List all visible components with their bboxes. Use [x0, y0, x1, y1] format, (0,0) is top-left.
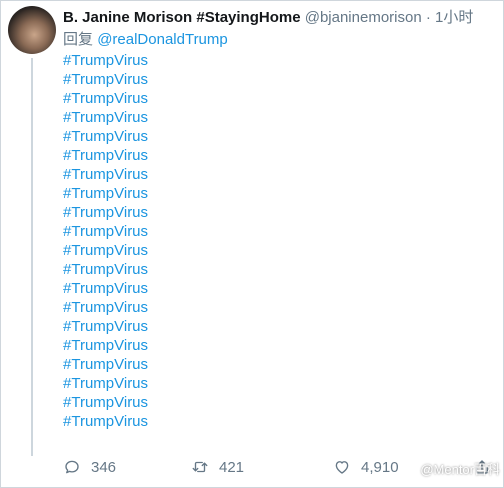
- hashtag-link[interactable]: #TrumpVirus: [63, 336, 148, 355]
- hashtag-link[interactable]: #TrumpVirus: [63, 146, 148, 165]
- hashtag-link[interactable]: #TrumpVirus: [63, 241, 148, 260]
- reply-context: 回复 @realDonaldTrump: [63, 30, 228, 50]
- hashtag-link[interactable]: #TrumpVirus: [63, 374, 148, 393]
- retweet-arrows-icon: [192, 461, 208, 473]
- hashtag-link[interactable]: #TrumpVirus: [63, 279, 148, 298]
- hashtag-link[interactable]: #TrumpVirus: [63, 412, 148, 431]
- reply-mention-link[interactable]: @realDonaldTrump: [97, 31, 228, 48]
- hashtag-link[interactable]: #TrumpVirus: [63, 127, 148, 146]
- heart-icon: [335, 461, 349, 474]
- watermark: @Mentor百科: [420, 462, 500, 477]
- retweet-count: 421: [219, 458, 245, 476]
- hashtag-link[interactable]: #TrumpVirus: [63, 165, 148, 184]
- thread-line: [31, 58, 33, 456]
- user-handle[interactable]: @bjaninemorison: [305, 9, 422, 26]
- hashtag-link[interactable]: #TrumpVirus: [63, 355, 148, 374]
- reply-bubble-icon: [65, 460, 79, 474]
- hashtag-link[interactable]: #TrumpVirus: [63, 203, 148, 222]
- hashtag-link[interactable]: #TrumpVirus: [63, 108, 148, 127]
- tweet-text: #TrumpVirus #TrumpVirus #TrumpVirus #Tru…: [63, 51, 148, 431]
- hashtag-link[interactable]: #TrumpVirus: [63, 184, 148, 203]
- timestamp[interactable]: 1小时: [435, 9, 473, 26]
- hashtag-link[interactable]: #TrumpVirus: [63, 393, 148, 412]
- hashtag-link[interactable]: #TrumpVirus: [63, 89, 148, 108]
- hashtag-link[interactable]: #TrumpVirus: [63, 317, 148, 336]
- hashtag-link[interactable]: #TrumpVirus: [63, 70, 148, 89]
- display-name[interactable]: B. Janine Morison #StayingHome: [63, 9, 301, 26]
- retweet-button[interactable]: 421: [191, 458, 244, 476]
- hashtag-link[interactable]: #TrumpVirus: [63, 298, 148, 317]
- hashtag-link[interactable]: #TrumpVirus: [63, 222, 148, 241]
- avatar[interactable]: [8, 6, 56, 54]
- reply-button[interactable]: 346: [63, 458, 116, 476]
- reply-count: 346: [91, 458, 117, 476]
- like-count: 4,910: [361, 458, 399, 476]
- like-button[interactable]: 4,910: [333, 458, 399, 476]
- hashtag-link[interactable]: #TrumpVirus: [63, 260, 148, 279]
- tweet-header: B. Janine Morison #StayingHome @bjaninem…: [63, 8, 500, 28]
- separator-dot: ·: [425, 9, 431, 26]
- reply-prefix: 回复: [63, 31, 94, 48]
- hashtag-link[interactable]: #TrumpVirus: [63, 51, 148, 70]
